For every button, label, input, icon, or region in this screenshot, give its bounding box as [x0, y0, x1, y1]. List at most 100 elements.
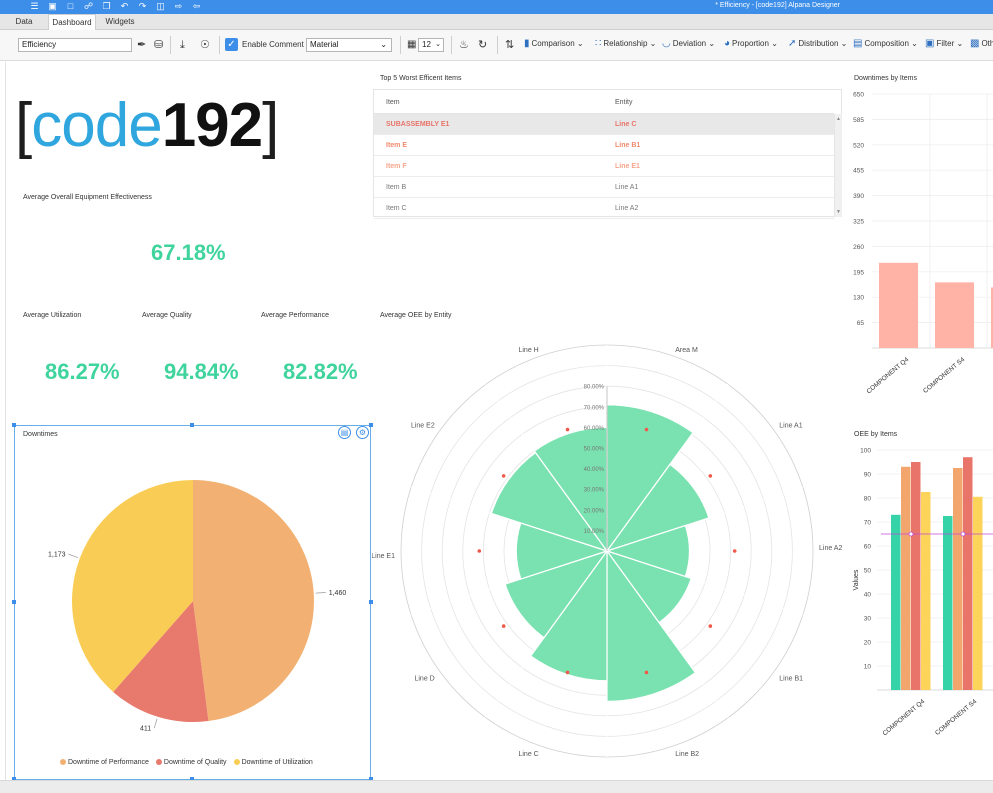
- tab-dashboard[interactable]: Dashboard: [48, 14, 96, 30]
- y-tick-label: 50: [864, 568, 872, 575]
- resize-handle[interactable]: [190, 423, 194, 427]
- import-icon[interactable]: ⇦: [192, 1, 201, 11]
- bar: [901, 466, 911, 690]
- download-icon[interactable]: ⤓: [180, 38, 185, 52]
- attach-icon[interactable]: ☍: [84, 1, 93, 11]
- cell-entity: Line A2: [615, 205, 639, 212]
- title-bar: ☰ ▣ □ ☍ ❐ ↶ ↷ ◫ ⇨ ⇦ * Efficiency - [code…: [0, 0, 993, 14]
- menu-composition[interactable]: ▤ Composition ⌄: [853, 38, 918, 49]
- menu-distribution[interactable]: ➚ Distribution ⌄: [788, 38, 847, 49]
- polar-marker: [565, 427, 570, 432]
- menu-other[interactable]: ▩ Oth: [970, 38, 993, 49]
- table-row[interactable]: SUBASSEMBLY E1 Line C: [374, 114, 834, 135]
- sort-icon[interactable]: ⇅: [505, 38, 514, 52]
- pie-leader-line: [315, 592, 326, 594]
- downtimes-title: Downtimes: [23, 431, 58, 438]
- cell-item: Item E: [386, 142, 408, 149]
- table-scrollbar[interactable]: ▲ ▼: [834, 114, 842, 217]
- legend-quality[interactable]: Downtime of Quality: [155, 759, 227, 766]
- bar: [879, 262, 918, 348]
- theme-value: Material: [310, 40, 339, 49]
- x-tick-label: COMPONENT S4: [922, 356, 967, 395]
- bar: [943, 516, 953, 690]
- polar-tick-label: 20.00%: [584, 508, 605, 514]
- table-row[interactable]: Item B Line A1: [374, 177, 834, 198]
- menu-filter[interactable]: ▣ Filter ⌄: [925, 38, 963, 49]
- polar-marker: [565, 670, 570, 675]
- grid-size-select[interactable]: 12 ⌄: [418, 38, 444, 52]
- widget-data-icon[interactable]: ▤: [338, 426, 351, 439]
- scroll-up-icon[interactable]: ▲: [836, 116, 841, 122]
- new-icon[interactable]: □: [66, 1, 75, 11]
- downtimes-by-items-title: Downtimes by Items: [854, 75, 918, 82]
- enable-comment-label: Enable Comment: [242, 40, 304, 49]
- refresh-icon[interactable]: ↻: [478, 38, 487, 52]
- worst-items-title: Top 5 Worst Efficent Items: [380, 75, 462, 82]
- pie-leader-line: [68, 553, 79, 558]
- utilization-value: 86.27%: [45, 359, 120, 384]
- bar-chart-icon: ▮: [524, 38, 530, 49]
- resize-handle[interactable]: [12, 423, 16, 427]
- redo-icon[interactable]: ↷: [138, 1, 147, 11]
- y-tick-label: 65: [857, 320, 865, 327]
- cell-item: Item C: [386, 205, 407, 212]
- y-tick-label: 260: [853, 244, 864, 251]
- oee-by-items-chart: 10 20 30 40 50 60 70 80 90 100 Values COMPONENT Q4 C…: [853, 448, 993, 737]
- format-paint-icon[interactable]: ⛁: [154, 38, 163, 52]
- y-tick-label: 60: [864, 544, 872, 551]
- oee-label: Average Overall Equipment Effectiveness: [23, 194, 152, 201]
- copy-icon[interactable]: ❐: [102, 1, 111, 11]
- menu-relationship[interactable]: ∷ Relationship ⌄: [595, 38, 656, 49]
- dashboard-name-input[interactable]: Efficiency: [18, 38, 132, 52]
- y-tick-label: 90: [864, 472, 872, 479]
- polar-category-label: Line C: [518, 751, 538, 758]
- column-header-item[interactable]: Item: [386, 99, 400, 106]
- status-bar: [0, 780, 993, 793]
- legend-performance[interactable]: Downtime of Performance: [60, 759, 149, 766]
- menu-proportion[interactable]: ◕ Proportion ⌄: [724, 38, 778, 49]
- line-chart-icon: ➚: [788, 38, 797, 49]
- scatter-icon: ∷: [595, 38, 602, 49]
- quick-access-toolbar: ☰ ▣ □ ☍ ❐ ↶ ↷ ◫ ⇨ ⇦: [30, 1, 201, 11]
- theme-select[interactable]: Material ⌄: [306, 38, 392, 52]
- bar: [973, 496, 983, 690]
- enable-comment-checkbox[interactable]: ✓: [225, 38, 238, 51]
- y-tick-label: 130: [853, 295, 864, 302]
- tab-widgets[interactable]: Widgets: [98, 14, 142, 30]
- table-row[interactable]: Item E Line B1: [374, 135, 834, 156]
- polar-marker: [477, 549, 482, 553]
- delete-icon[interactable]: ◫: [156, 1, 165, 11]
- performance-label: Average Performance: [261, 312, 329, 319]
- image-icon: ▩: [970, 38, 980, 49]
- table-row[interactable]: Item F Line E1: [374, 156, 834, 177]
- column-header-entity[interactable]: Entity: [615, 99, 633, 106]
- menu-deviation[interactable]: ◡ Deviation ⌄: [662, 38, 715, 49]
- scroll-down-icon[interactable]: ▼: [836, 209, 841, 215]
- y-tick-label: 30: [864, 616, 872, 623]
- undo-icon[interactable]: ↶: [120, 1, 129, 11]
- table-row[interactable]: Item C Line A2: [374, 198, 834, 219]
- polar-category-label: Area M: [675, 347, 698, 354]
- export-icon[interactable]: ⇨: [174, 1, 183, 11]
- bar: [911, 462, 921, 690]
- menu-icon[interactable]: ☰: [30, 1, 39, 11]
- bar: [953, 468, 963, 690]
- brush-icon[interactable]: ✒: [137, 38, 146, 52]
- cell-entity: Line B1: [615, 142, 641, 149]
- quality-label: Average Quality: [142, 312, 192, 319]
- y-tick-label: 10: [864, 664, 872, 671]
- bar: [935, 282, 974, 348]
- polar-marker: [644, 670, 649, 675]
- save-icon[interactable]: ▣: [48, 1, 57, 11]
- legend-utilization[interactable]: Downtime of Utilization: [233, 759, 313, 766]
- globe-icon[interactable]: ☉: [200, 38, 210, 52]
- bar: [963, 457, 973, 690]
- y-tick-label: 325: [853, 219, 864, 226]
- grid-icon[interactable]: ▦: [407, 38, 416, 52]
- menu-comparison[interactable]: ▮ Comparison ⌄: [524, 38, 584, 49]
- tab-data[interactable]: Data: [6, 14, 42, 30]
- polar-tick-label: 70.00%: [584, 405, 605, 411]
- downtimes-by-items-chart: 65 130 195 260 325 390 455 520 585 650 COMPONENT Q…: [853, 92, 993, 395]
- fill-icon[interactable]: ♨: [459, 38, 469, 52]
- widget-settings-icon[interactable]: ⚙: [356, 426, 369, 439]
